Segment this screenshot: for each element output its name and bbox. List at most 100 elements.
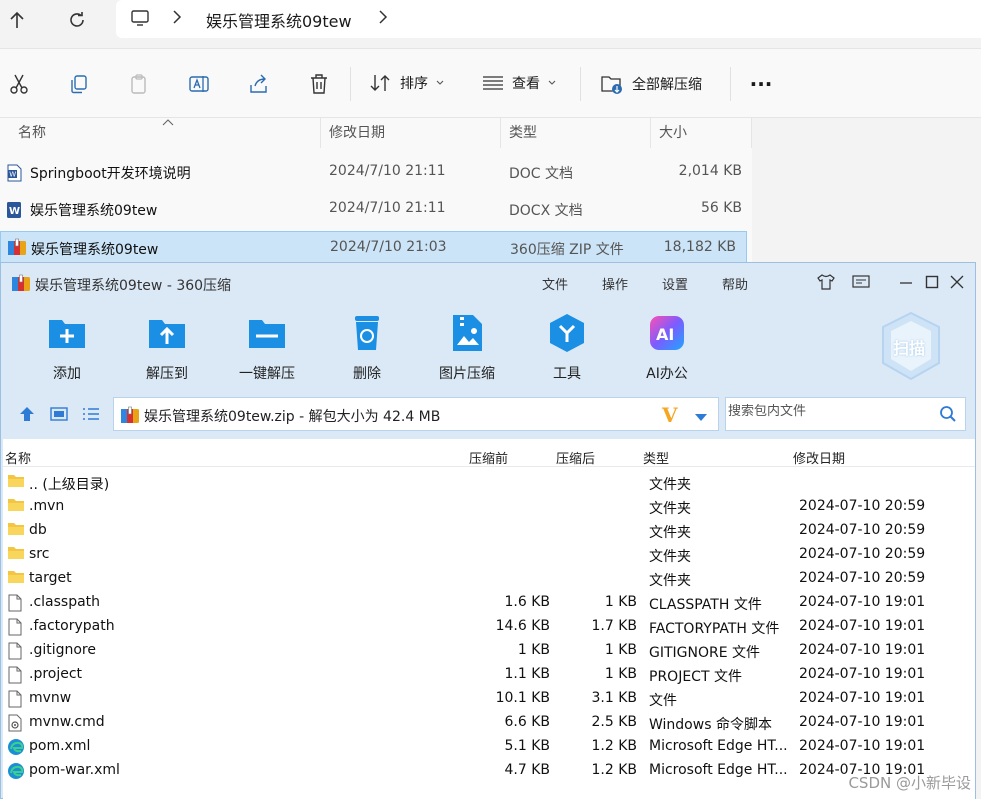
maximize-icon[interactable] bbox=[923, 273, 941, 291]
explorer-address-row: 娱乐管理系统09tew bbox=[0, 0, 981, 48]
archive-row[interactable]: mvnw 10.1 KB 3.1 KB 文件 2024-07-10 19:01 bbox=[3, 687, 975, 711]
archive-row[interactable]: .gitignore 1 KB 1 KB GITIGNORE 文件 2024-07-10… bbox=[3, 639, 975, 663]
col-before[interactable]: 压缩前 bbox=[469, 448, 508, 467]
close-icon[interactable] bbox=[948, 273, 966, 291]
list-view-icon[interactable] bbox=[81, 405, 101, 423]
scan-label: 扫描 bbox=[893, 339, 926, 358]
entry-size-before: 1 KB bbox=[517, 642, 550, 658]
search-icon[interactable] bbox=[939, 405, 957, 427]
copy-icon[interactable] bbox=[66, 71, 92, 97]
add-button[interactable]: 添加 bbox=[25, 313, 109, 383]
divider bbox=[580, 67, 581, 101]
rename-icon[interactable] bbox=[186, 71, 212, 97]
refresh-icon[interactable] bbox=[62, 6, 92, 34]
svg-text:W: W bbox=[9, 171, 16, 179]
entry-name: mvnw.cmd bbox=[29, 714, 105, 730]
share-icon[interactable] bbox=[246, 71, 272, 97]
one-click-extract-button[interactable]: 一键解压 bbox=[225, 313, 309, 383]
entry-type: 文件夹 bbox=[649, 573, 691, 589]
archive-row[interactable]: db 文件夹 2024-07-10 20:59 bbox=[3, 519, 975, 543]
sort-icon bbox=[370, 75, 390, 91]
search-box[interactable] bbox=[725, 397, 966, 431]
extract-all-button[interactable]: 全部解压缩 bbox=[600, 73, 702, 95]
file-icon bbox=[7, 594, 23, 616]
delete-button[interactable]: 删除 bbox=[325, 313, 409, 383]
entry-type: Microsoft Edge HT... bbox=[649, 762, 788, 778]
image-compress-button[interactable]: 图片压缩 bbox=[425, 313, 509, 383]
entry-size-before: 10.1 KB bbox=[495, 690, 550, 706]
archive-row[interactable]: src 文件夹 2024-07-10 20:59 bbox=[3, 543, 975, 567]
file-row[interactable]: W 娱乐管理系统09tew 2024/7/10 21:11 DOCX 文档 56… bbox=[0, 193, 752, 226]
up-level-icon[interactable] bbox=[17, 405, 37, 423]
menu-file[interactable]: 文件 bbox=[542, 274, 568, 293]
column-date-label: 修改日期 bbox=[329, 125, 385, 141]
archive-path-box[interactable]: 娱乐管理系统09tew.zip - 解包大小为 42.4 MB V bbox=[113, 397, 719, 431]
archive-row[interactable]: .. (上级目录) 文件夹 bbox=[3, 471, 975, 495]
column-size[interactable]: 大小 bbox=[651, 118, 752, 148]
scan-button[interactable]: 扫描 bbox=[879, 311, 943, 381]
archive-row[interactable]: .mvn 文件夹 2024-07-10 20:59 bbox=[3, 495, 975, 519]
menu-settings[interactable]: 设置 bbox=[662, 274, 688, 293]
archive-row[interactable]: .factorypath 14.6 KB 1.7 KB FACTORYPATH 文件 2… bbox=[3, 615, 975, 639]
dropdown-arrow-icon[interactable] bbox=[694, 410, 708, 426]
entry-size-after: 2.5 KB bbox=[591, 714, 638, 730]
paste-icon[interactable] bbox=[126, 71, 152, 97]
skin-shirt-icon[interactable] bbox=[817, 273, 835, 291]
view-button[interactable]: 查看 bbox=[482, 73, 556, 93]
file-row-selected[interactable]: 娱乐管理系统09tew 2024/7/10 21:03 360压缩 ZIP 文件… bbox=[0, 231, 747, 264]
extract-to-button[interactable]: 解压到 bbox=[125, 313, 209, 383]
entry-size-after: 1 KB bbox=[604, 594, 637, 610]
archive-row[interactable]: .project 1.1 KB 1 KB PROJECT 文件 2024-07-10 1… bbox=[3, 663, 975, 687]
menu-operate[interactable]: 操作 bbox=[602, 274, 628, 293]
col-type[interactable]: 类型 bbox=[643, 448, 669, 467]
entry-size-before: 4.7 KB bbox=[504, 762, 551, 778]
view-label: 查看 bbox=[512, 76, 540, 92]
file-name: 娱乐管理系统09tew bbox=[30, 203, 158, 219]
entry-date: 2024-07-10 19:01 bbox=[799, 690, 926, 706]
file-name: 娱乐管理系统09tew bbox=[31, 242, 159, 258]
sort-button[interactable]: 排序 bbox=[370, 73, 444, 93]
archive-list-header: 名称 压缩前 压缩后 类型 修改日期 bbox=[3, 439, 975, 467]
col-after[interactable]: 压缩后 bbox=[556, 448, 595, 467]
column-type[interactable]: 类型 bbox=[501, 118, 651, 148]
cut-icon[interactable] bbox=[6, 71, 32, 97]
chevron-right-icon[interactable] bbox=[172, 9, 182, 29]
folder-icon bbox=[7, 546, 25, 564]
file-date: 2024/7/10 21:11 bbox=[329, 163, 446, 179]
archive-row[interactable]: .classpath 1.6 KB 1 KB CLASSPATH 文件 2024-07-… bbox=[3, 591, 975, 615]
entry-size-after: 1.2 KB bbox=[591, 762, 638, 778]
menu-help[interactable]: 帮助 bbox=[722, 274, 748, 293]
archive-row[interactable]: target 文件夹 2024-07-10 20:59 bbox=[3, 567, 975, 591]
entry-type: GITIGNORE 文件 bbox=[649, 645, 761, 661]
breadcrumb[interactable]: 娱乐管理系统09tew bbox=[206, 8, 352, 32]
more-options-icon[interactable]: ··· bbox=[748, 71, 774, 97]
feedback-icon[interactable] bbox=[852, 273, 870, 291]
archive-row[interactable]: mvnw.cmd 6.6 KB 2.5 KB Windows 命令脚本 2024-07-… bbox=[3, 711, 975, 735]
entry-type: PROJECT 文件 bbox=[649, 669, 742, 685]
entry-size-after: 1 KB bbox=[604, 642, 637, 658]
minimize-icon[interactable] bbox=[897, 273, 915, 291]
word-docx-icon: W bbox=[6, 201, 22, 223]
column-date[interactable]: 修改日期 bbox=[321, 118, 501, 148]
entry-type: Microsoft Edge HT... bbox=[649, 738, 788, 754]
chevron-down-icon bbox=[548, 80, 556, 85]
delete-icon[interactable] bbox=[306, 71, 332, 97]
archive-row[interactable]: pom.xml 5.1 KB 1.2 KB Microsoft Edge HT... 2… bbox=[3, 735, 975, 759]
address-bar[interactable]: 娱乐管理系统09tew bbox=[116, 0, 981, 38]
col-date[interactable]: 修改日期 bbox=[793, 448, 845, 467]
col-name[interactable]: 名称 bbox=[5, 448, 31, 467]
tools-button[interactable]: 工具 bbox=[525, 313, 609, 383]
sort-label: 排序 bbox=[400, 76, 428, 92]
search-input[interactable] bbox=[728, 404, 928, 419]
up-arrow-icon[interactable] bbox=[2, 6, 32, 34]
file-row[interactable]: W Springboot开发环境说明 2024/7/10 21:11 DOC 文… bbox=[0, 156, 752, 189]
archive-row[interactable]: pom-war.xml 4.7 KB 1.2 KB Microsoft Edge HT… bbox=[3, 759, 975, 783]
entry-type: 文件夹 bbox=[649, 477, 691, 493]
v-logo-icon[interactable]: V bbox=[662, 403, 678, 427]
ai-office-button[interactable]: AI AI办公 bbox=[625, 313, 709, 383]
file-size: 56 KB bbox=[700, 200, 742, 216]
chevron-right-icon[interactable] bbox=[378, 9, 388, 29]
entry-date: 2024-07-10 19:01 bbox=[799, 738, 926, 754]
thumbnail-view-icon[interactable] bbox=[49, 405, 69, 423]
column-name[interactable]: 名称 bbox=[10, 118, 321, 148]
